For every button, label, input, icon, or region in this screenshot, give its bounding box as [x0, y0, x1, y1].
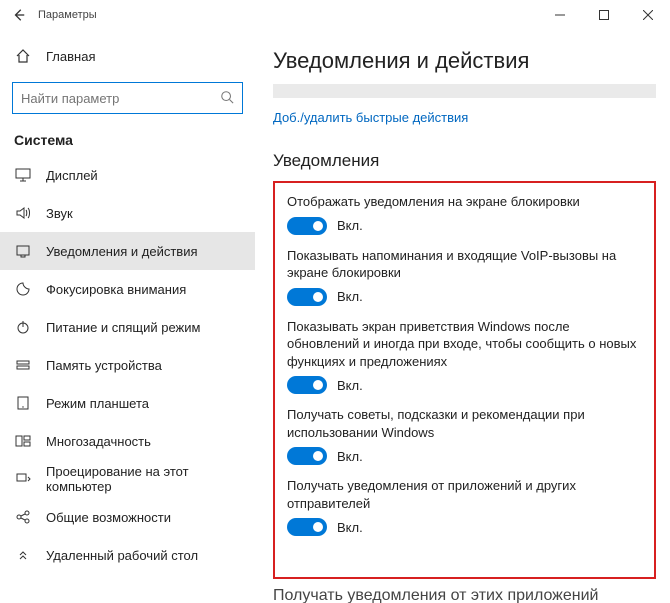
notifications-icon: [14, 242, 32, 260]
sidebar-item-label: Проецирование на этот компьютер: [46, 464, 241, 494]
close-icon: [643, 10, 653, 20]
setting-label: Показывать экран приветствия Windows пос…: [287, 318, 642, 371]
toggle-state-label: Вкл.: [337, 520, 363, 535]
toggle-switch[interactable]: [287, 376, 327, 394]
tablet-icon: [14, 394, 32, 412]
section-get-notifications-from: Получать уведомления от этих приложений: [273, 587, 656, 603]
toggle-state-label: Вкл.: [337, 449, 363, 464]
toggle-switch[interactable]: [287, 518, 327, 536]
sidebar-item-label: Многозадачность: [46, 434, 151, 449]
toggle-row: Вкл.: [287, 217, 642, 235]
sidebar-item-sound[interactable]: Звук: [0, 194, 255, 232]
search-box[interactable]: [12, 82, 243, 114]
sidebar-home[interactable]: Главная: [0, 36, 255, 76]
maximize-button[interactable]: [582, 1, 626, 29]
project-icon: [14, 470, 32, 488]
setting-label: Получать советы, подсказки и рекомендаци…: [287, 406, 642, 441]
power-icon: [14, 318, 32, 336]
sidebar-item-label: Звук: [46, 206, 73, 221]
highlighted-settings-box: Отображать уведомления на экране блокиро…: [273, 181, 656, 579]
remote-icon: [14, 546, 32, 564]
home-icon: [14, 47, 32, 65]
toggle-switch[interactable]: [287, 447, 327, 465]
setting-item: Показывать экран приветствия Windows пос…: [287, 318, 642, 395]
sidebar: Главная Система Дисплей Звук Уведомления и…: [0, 30, 255, 603]
sidebar-item-focus[interactable]: Фокусировка внимания: [0, 270, 255, 308]
close-button[interactable]: [626, 1, 670, 29]
setting-item: Отображать уведомления на экране блокиро…: [287, 193, 642, 235]
sidebar-item-label: Дисплей: [46, 168, 98, 183]
toggle-state-label: Вкл.: [337, 289, 363, 304]
sidebar-item-tablet[interactable]: Режим планшета: [0, 384, 255, 422]
maximize-icon: [599, 10, 609, 20]
sidebar-item-label: Общие возможности: [46, 510, 171, 525]
display-icon: [14, 166, 32, 184]
search-input[interactable]: [21, 91, 220, 106]
sidebar-item-label: Удаленный рабочий стол: [46, 548, 198, 563]
sound-icon: [14, 204, 32, 222]
sidebar-item-label: Питание и спящий режим: [46, 320, 200, 335]
sidebar-item-display[interactable]: Дисплей: [0, 156, 255, 194]
sidebar-item-power[interactable]: Питание и спящий режим: [0, 308, 255, 346]
setting-label: Получать уведомления от приложений и дру…: [287, 477, 642, 512]
quick-actions-placeholder: [273, 84, 656, 98]
sidebar-item-multitask[interactable]: Многозадачность: [0, 422, 255, 460]
minimize-button[interactable]: [538, 1, 582, 29]
sidebar-item-project[interactable]: Проецирование на этот компьютер: [0, 460, 255, 498]
setting-item: Получать уведомления от приложений и дру…: [287, 477, 642, 536]
arrow-left-icon: [12, 8, 26, 22]
sidebar-item-label: Память устройства: [46, 358, 162, 373]
sidebar-item-label: Уведомления и действия: [46, 244, 198, 259]
toggle-row: Вкл.: [287, 288, 642, 306]
toggle-row: Вкл.: [287, 376, 642, 394]
setting-item: Получать советы, подсказки и рекомендаци…: [287, 406, 642, 465]
toggle-switch[interactable]: [287, 288, 327, 306]
sidebar-item-storage[interactable]: Память устройства: [0, 346, 255, 384]
content: Уведомления и действия Доб./удалить быст…: [255, 30, 670, 603]
multitask-icon: [14, 432, 32, 450]
setting-label: Показывать напоминания и входящие VoIP-в…: [287, 247, 642, 282]
toggle-state-label: Вкл.: [337, 218, 363, 233]
quick-actions-link[interactable]: Доб./удалить быстрые действия: [273, 110, 468, 125]
sidebar-item-label: Фокусировка внимания: [46, 282, 186, 297]
toggle-state-label: Вкл.: [337, 378, 363, 393]
shared-icon: [14, 508, 32, 526]
sidebar-item-label: Режим планшета: [46, 396, 149, 411]
window-controls: [538, 1, 670, 29]
toggle-row: Вкл.: [287, 447, 642, 465]
setting-item: Показывать напоминания и входящие VoIP-в…: [287, 247, 642, 306]
sidebar-home-label: Главная: [46, 49, 95, 64]
search-icon: [220, 90, 234, 107]
page-title: Уведомления и действия: [273, 48, 656, 74]
storage-icon: [14, 356, 32, 374]
toggle-row: Вкл.: [287, 518, 642, 536]
sidebar-category: Система: [0, 124, 255, 156]
sidebar-item-remote[interactable]: Удаленный рабочий стол: [0, 536, 255, 574]
setting-label: Отображать уведомления на экране блокиро…: [287, 193, 642, 211]
window-title: Параметры: [38, 9, 97, 21]
section-notifications: Уведомления: [273, 151, 656, 171]
titlebar: Параметры: [0, 0, 670, 30]
toggle-switch[interactable]: [287, 217, 327, 235]
sidebar-item-shared[interactable]: Общие возможности: [0, 498, 255, 536]
minimize-icon: [555, 10, 565, 20]
sidebar-item-notifications[interactable]: Уведомления и действия: [0, 232, 255, 270]
focus-icon: [14, 280, 32, 298]
back-button[interactable]: [6, 2, 32, 28]
